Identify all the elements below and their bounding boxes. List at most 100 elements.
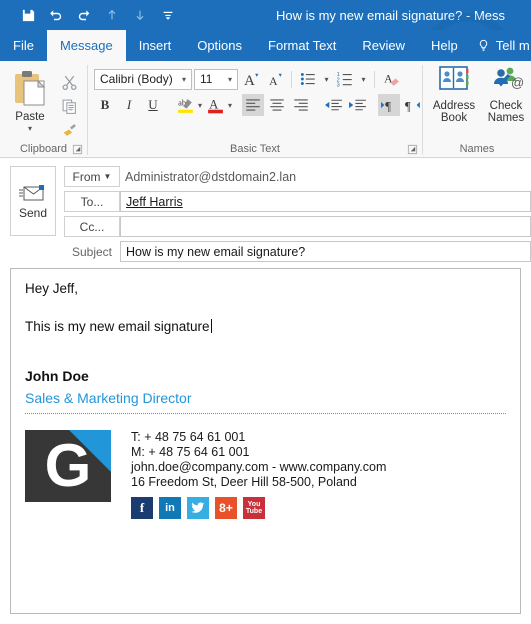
tab-insert[interactable]: Insert [126, 30, 185, 61]
svg-text:A: A [269, 74, 278, 87]
send-button[interactable]: Send [10, 166, 56, 236]
tab-message[interactable]: Message [46, 30, 126, 61]
tab-format-text[interactable]: Format Text [255, 30, 349, 61]
ribbon: Paste ▾ Clipboard Calibri (Body) ▾ 11 ▾ … [0, 61, 531, 158]
linkedin-icon[interactable]: in [159, 497, 181, 519]
googleplus-icon[interactable]: 8+ [215, 497, 237, 519]
basic-text-dialog-launcher-icon[interactable] [407, 144, 418, 155]
signature-name: John Doe [25, 368, 89, 384]
twitter-icon[interactable] [187, 497, 209, 519]
cc-input[interactable] [120, 216, 531, 237]
ribbon-divider [291, 70, 292, 88]
subject-label: Subject [71, 244, 113, 259]
youtube-label-line2: Tube [245, 508, 263, 515]
align-right-button[interactable] [290, 94, 312, 116]
body-greeting: Hey Jeff, [25, 281, 79, 296]
logo-letter: G [44, 432, 92, 499]
clipboard-dialog-launcher-icon[interactable] [72, 144, 83, 155]
svg-text:¶: ¶ [385, 99, 391, 113]
to-row: To... Jeff Harris [64, 191, 531, 212]
customize-quick-access-toolbar-icon[interactable] [154, 2, 182, 28]
cc-button[interactable]: Cc... [64, 216, 120, 237]
next-item-icon[interactable] [126, 2, 154, 28]
youtube-label-line1: You [247, 501, 261, 508]
subject-input[interactable]: How is my new email signature? [120, 241, 531, 262]
send-icon [19, 185, 44, 201]
from-caret-icon[interactable]: ▼ [104, 172, 112, 181]
left-to-right-button[interactable]: ¶ [378, 94, 401, 116]
font-name-combo[interactable]: Calibri (Body) ▾ [94, 68, 192, 90]
address-book-label-line2: Book [440, 112, 468, 124]
body-sentence: This is my new email signature [25, 319, 210, 334]
numbering-dropdown-caret-icon[interactable]: ▾ [358, 75, 369, 84]
redo-icon[interactable] [70, 2, 98, 28]
ribbon-group-label-clipboard: Clipboard [0, 141, 87, 157]
cut-icon[interactable] [58, 72, 80, 92]
to-label: To... [80, 194, 104, 209]
grow-font-button[interactable]: A [240, 68, 262, 90]
body-blank-line [25, 300, 506, 319]
message-body[interactable]: Hey Jeff, This is my new email signature… [10, 268, 521, 614]
ribbon-group-clipboard: Paste ▾ Clipboard [0, 61, 87, 157]
shrink-font-button[interactable]: A [264, 68, 286, 90]
paste-dropdown-caret-icon[interactable]: ▾ [28, 124, 32, 133]
svg-text:A: A [244, 72, 255, 88]
quick-access-toolbar [0, 2, 182, 28]
ribbon-group-basic-text: Calibri (Body) ▾ 11 ▾ A A ▾ 1 2 3 ▾ A B … [88, 61, 422, 157]
format-painter-icon[interactable] [58, 120, 80, 140]
lightbulb-icon [479, 39, 487, 51]
font-size-value: 11 [200, 72, 213, 86]
youtube-icon[interactable]: You Tube [243, 497, 265, 519]
ribbon-tab-bar: File Message Insert Options Format Text … [0, 30, 531, 61]
italic-button[interactable]: I [118, 94, 140, 116]
ribbon-group-label-basic-text: Basic Text [88, 141, 422, 157]
tab-help[interactable]: Help [418, 30, 471, 61]
send-label: Send [18, 206, 48, 220]
underline-button[interactable]: U [142, 94, 164, 116]
text-highlight-color-button[interactable]: ab [174, 94, 196, 116]
decrease-indent-button[interactable] [322, 94, 344, 116]
align-center-button[interactable] [266, 94, 288, 116]
paste-icon [15, 71, 46, 106]
check-names-label-line2: Names [487, 112, 525, 124]
tab-options[interactable]: Options [184, 30, 255, 61]
social-links: f in 8+ You Tube [131, 497, 386, 519]
tell-me-search[interactable]: Tell m [471, 30, 530, 61]
from-button[interactable]: From ▼ [64, 166, 120, 187]
highlight-dropdown-caret-icon[interactable]: ▾ [198, 101, 202, 110]
save-icon[interactable] [14, 2, 42, 28]
numbering-button[interactable]: 123 [334, 68, 356, 90]
subject-row: Subject How is my new email signature? [64, 241, 531, 262]
text-cursor [210, 319, 212, 333]
font-color-dropdown-caret-icon[interactable]: ▾ [228, 101, 232, 110]
ribbon-group-names: Address Book @ Check Names Names [423, 61, 531, 157]
contact-email-website: john.doe@company.com - www.company.com [131, 460, 387, 474]
clear-formatting-button[interactable]: A [380, 68, 402, 90]
contact-phone: T: + 48 75 64 61 001 [131, 430, 246, 444]
align-left-button[interactable] [242, 94, 265, 116]
font-name-caret-icon[interactable]: ▾ [179, 75, 189, 84]
font-color-button[interactable]: A [204, 94, 226, 116]
check-names-button[interactable]: @ Check Names [481, 63, 531, 124]
right-to-left-button[interactable]: ¶ [402, 94, 424, 116]
from-label: From [72, 169, 101, 184]
to-button[interactable]: To... [64, 191, 120, 212]
address-book-button[interactable]: Address Book [429, 63, 479, 124]
increase-indent-button[interactable] [346, 94, 368, 116]
tab-review[interactable]: Review [349, 30, 418, 61]
copy-icon[interactable] [58, 96, 80, 116]
paste-label: Paste [15, 111, 45, 123]
font-size-combo[interactable]: 11 ▾ [194, 68, 238, 90]
tab-file[interactable]: File [0, 30, 47, 61]
signature-contact: T: + 48 75 64 61 001 M: + 48 75 64 61 00… [131, 430, 386, 490]
bullets-dropdown-caret-icon[interactable]: ▾ [321, 75, 332, 84]
facebook-icon[interactable]: f [131, 497, 153, 519]
font-size-caret-icon[interactable]: ▾ [225, 75, 235, 84]
previous-item-icon[interactable] [98, 2, 126, 28]
to-input[interactable]: Jeff Harris [120, 191, 531, 212]
paste-button[interactable]: Paste ▾ [4, 65, 56, 133]
from-row: From ▼ Administrator@dstdomain2.lan [64, 166, 531, 187]
bullets-button[interactable] [297, 68, 319, 90]
bold-button[interactable]: B [94, 94, 116, 116]
undo-icon[interactable] [42, 2, 70, 28]
